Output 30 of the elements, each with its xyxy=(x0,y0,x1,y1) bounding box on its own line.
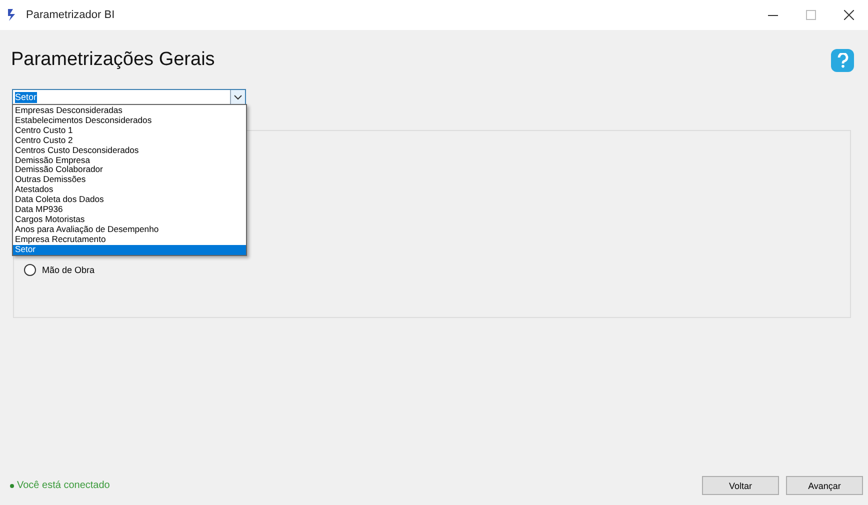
nav-button[interactable]: Avançar xyxy=(786,476,863,495)
dropdown-option[interactable]: Demissão Empresa xyxy=(13,156,246,166)
dropdown-option[interactable]: Outras Demissões xyxy=(13,175,246,186)
dropdown-option[interactable]: Cargos Motoristas xyxy=(13,214,246,225)
dropdown-option[interactable]: Centro Custo 1 xyxy=(13,126,246,136)
app-icon xyxy=(6,8,18,22)
radio-option[interactable]: Mão de Obra xyxy=(24,264,95,276)
dropdown-option[interactable]: Data MP936 xyxy=(13,205,246,215)
dropdown-option[interactable]: Empresas Desconsideradas xyxy=(13,106,246,116)
maximize-icon xyxy=(806,10,816,20)
dropdown-option[interactable]: Data Coleta dos Dados xyxy=(13,195,246,206)
dropdown-option[interactable]: Demissão Colaborador xyxy=(13,165,246,176)
status-dot-icon xyxy=(10,484,14,488)
dropdown-option[interactable]: Estabelecimentos Desconsiderados xyxy=(13,116,246,126)
question-mark-icon xyxy=(836,52,848,68)
page-heading: Parametrizações Gerais xyxy=(11,49,215,71)
close-icon xyxy=(844,10,854,20)
dropdown-option[interactable]: Setor xyxy=(13,244,246,255)
dropdown-option[interactable]: Anos para Avaliação de Desempenho xyxy=(13,224,246,235)
help-button[interactable] xyxy=(831,48,854,72)
nav-button[interactable]: Voltar xyxy=(702,476,779,495)
connection-status: Você está conectado xyxy=(17,480,110,491)
dropdown-option[interactable]: Atestados xyxy=(13,185,246,196)
dropdown-option[interactable]: Centros Custo Desconsiderados xyxy=(13,146,246,156)
minimize-icon xyxy=(768,14,778,16)
window-title: Parametrizador BI xyxy=(26,9,115,21)
dropdown[interactable]: Setor xyxy=(12,89,246,105)
dropdown-option[interactable]: Centro Custo 2 xyxy=(13,136,246,146)
dropdown-option[interactable]: Empresa Recrutamento xyxy=(13,234,246,245)
caret-icon xyxy=(234,94,242,100)
